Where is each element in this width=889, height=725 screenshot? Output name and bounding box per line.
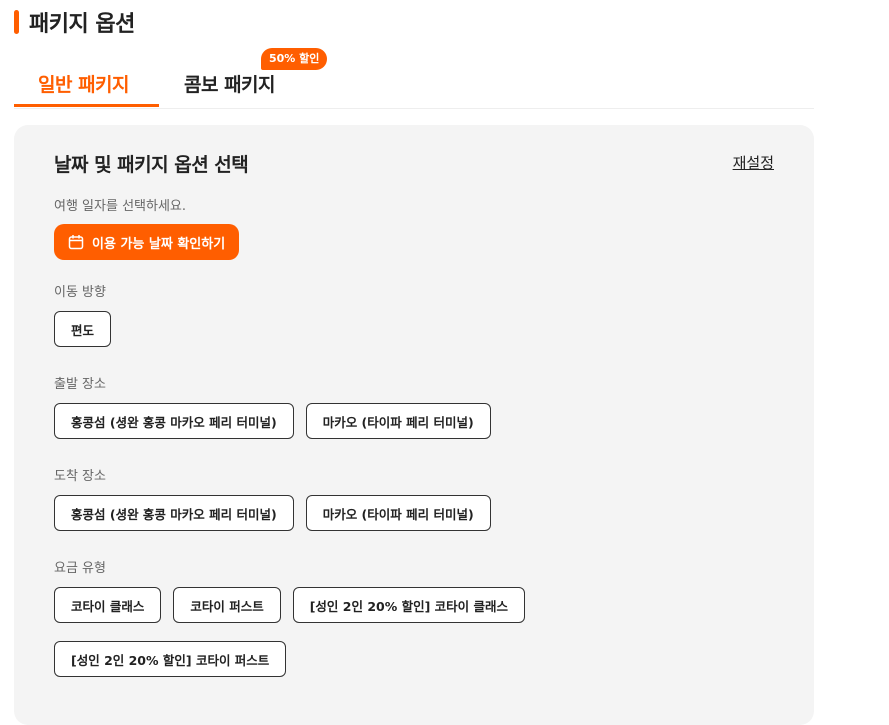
direction-label: 이동 방향 xyxy=(54,285,106,300)
calendar-icon xyxy=(68,234,84,250)
tab-combo-package[interactable]: 콤보 패키지 xyxy=(184,70,276,97)
date-instruction: 여행 일자를 선택하세요. xyxy=(54,199,186,214)
option-arrival-hongkong[interactable]: 홍콩섬 (셩완 홍콩 마카오 페리 터미널) xyxy=(54,495,294,531)
option-panel: 날짜 및 패키지 옵션 선택 재설정 여행 일자를 선택하세요. 이용 가능 날… xyxy=(14,125,814,725)
reset-button[interactable]: 재설정 xyxy=(733,152,774,173)
option-cotai-first[interactable]: 코타이 퍼스트 xyxy=(173,587,281,623)
option-cotai-class[interactable]: 코타이 클래스 xyxy=(54,587,162,623)
departure-options: 홍콩섬 (셩완 홍콩 마카오 페리 터미널) 마카오 (타이파 페리 터미널) xyxy=(54,403,491,439)
option-discount-cotai-first[interactable]: [성인 2인 20% 할인] 코타이 퍼스트 xyxy=(54,641,287,677)
check-dates-button[interactable]: 이용 가능 날짜 확인하기 xyxy=(54,224,240,260)
fare-label: 요금 유형 xyxy=(54,561,106,576)
fare-options-row-1: 코타이 클래스 코타이 퍼스트 [성인 2인 20% 할인] 코타이 클래스 xyxy=(54,587,526,623)
option-arrival-macau[interactable]: 마카오 (타이파 페리 터미널) xyxy=(305,495,491,531)
arrival-options: 홍콩섬 (셩완 홍콩 마카오 페리 터미널) 마카오 (타이파 페리 터미널) xyxy=(54,495,491,531)
check-dates-label: 이용 가능 날짜 확인하기 xyxy=(92,236,226,252)
option-departure-macau[interactable]: 마카오 (타이파 페리 터미널) xyxy=(305,403,491,439)
arrival-label: 도착 장소 xyxy=(54,469,106,484)
active-tab-underline xyxy=(14,104,159,107)
title-accent-bar xyxy=(14,10,19,34)
fare-options-row-2: [성인 2인 20% 할인] 코타이 퍼스트 xyxy=(54,641,287,677)
package-tabs: 일반 패키지 콤보 패키지 50% 할인 xyxy=(14,48,814,109)
option-discount-cotai-class[interactable]: [성인 2인 20% 할인] 코타이 클래스 xyxy=(292,587,526,623)
page-header: 패키지 옵션 xyxy=(14,7,135,37)
tab-general-package[interactable]: 일반 패키지 xyxy=(38,70,130,97)
page-title: 패키지 옵션 xyxy=(29,12,135,37)
direction-options: 편도 xyxy=(54,311,112,347)
departure-label: 출발 장소 xyxy=(54,377,106,392)
discount-badge: 50% 할인 xyxy=(261,48,328,70)
option-one-way[interactable]: 편도 xyxy=(54,311,112,347)
option-departure-hongkong[interactable]: 홍콩섬 (셩완 홍콩 마카오 페리 터미널) xyxy=(54,403,294,439)
panel-title: 날짜 및 패키지 옵션 선택 xyxy=(54,154,249,176)
